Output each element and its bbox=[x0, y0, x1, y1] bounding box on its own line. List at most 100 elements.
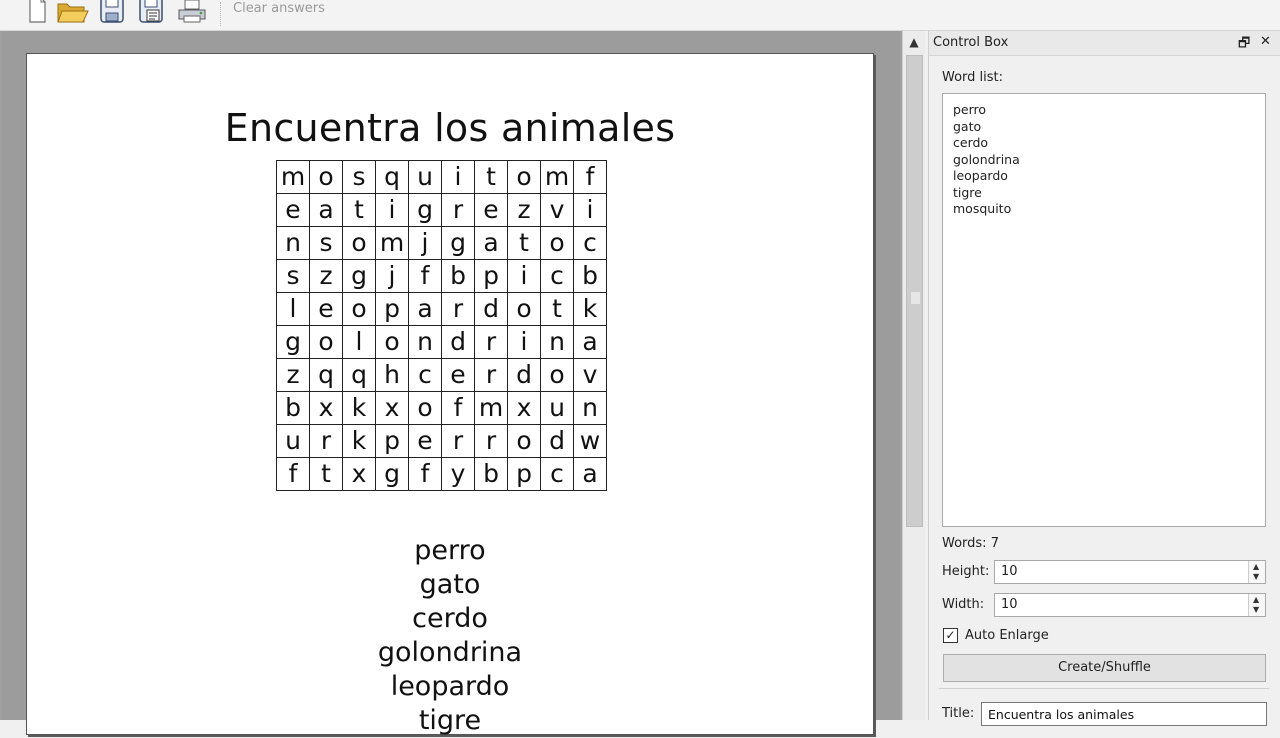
print-icon[interactable] bbox=[176, 0, 206, 24]
grid-cell: e bbox=[408, 424, 442, 458]
grid-cell: t bbox=[309, 457, 343, 491]
puzzle-word: golondrina bbox=[377, 637, 523, 668]
grid-cell: r bbox=[474, 358, 508, 392]
word-list-item: gato bbox=[953, 118, 982, 134]
new-document-icon[interactable] bbox=[22, 0, 52, 24]
title-label: Title: bbox=[942, 706, 975, 721]
puzzle-word: gato bbox=[419, 569, 481, 600]
auto-enlarge-checkbox[interactable]: ✓ bbox=[943, 628, 958, 643]
grid-cell: m bbox=[474, 391, 508, 425]
word-list-item: tigre bbox=[953, 184, 982, 200]
grid-cell: t bbox=[540, 292, 574, 326]
grid-cell: z bbox=[507, 193, 541, 227]
word-list-item: golondrina bbox=[953, 151, 1020, 167]
grid-cell: q bbox=[342, 358, 376, 392]
grid-cell: n bbox=[573, 391, 607, 425]
height-label: Height: bbox=[942, 564, 990, 579]
height-stepper-icon[interactable]: ▲ ▼ bbox=[1248, 561, 1265, 583]
grid-cell: o bbox=[540, 358, 574, 392]
grid-cell: c bbox=[573, 226, 607, 260]
letter-grid: mosquitomfeatigrezvinsomjgatocszgjfbpicb… bbox=[276, 160, 607, 491]
grid-cell: g bbox=[375, 457, 409, 491]
scrollbar-thumb[interactable] bbox=[906, 55, 923, 527]
grid-cell: p bbox=[507, 457, 541, 491]
width-label: Width: bbox=[942, 597, 985, 612]
grid-cell: i bbox=[573, 193, 607, 227]
grid-cell: g bbox=[276, 325, 310, 359]
grid-cell: i bbox=[507, 259, 541, 293]
grid-cell: f bbox=[441, 391, 475, 425]
word-list-textarea[interactable]: perro gato cerdo golondrina leopardo tigre mos… bbox=[942, 93, 1266, 527]
word-list-item: leopardo bbox=[953, 168, 1008, 183]
grid-cell: c bbox=[408, 358, 442, 392]
grid-cell: z bbox=[309, 259, 343, 293]
grid-cell: a bbox=[309, 193, 343, 227]
grid-cell: a bbox=[474, 226, 508, 260]
grid-row: mosquitomf bbox=[276, 160, 607, 194]
grid-cell: w bbox=[573, 424, 607, 458]
document-scrollbar[interactable]: ▲ bbox=[902, 31, 925, 720]
grid-cell: o bbox=[309, 160, 343, 194]
grid-cell: d bbox=[441, 325, 475, 359]
grid-cell: r bbox=[441, 292, 475, 326]
grid-row: urkperrodw bbox=[276, 424, 607, 458]
close-icon[interactable]: ✕ bbox=[1260, 34, 1271, 49]
grid-cell: p bbox=[375, 292, 409, 326]
grid-cell: u bbox=[276, 424, 310, 458]
grid-cell: n bbox=[540, 325, 574, 359]
grid-cell: l bbox=[276, 292, 310, 326]
save-icon[interactable] bbox=[98, 0, 128, 24]
width-spinbox[interactable]: 10 ▲ ▼ bbox=[994, 593, 1266, 617]
grid-cell: o bbox=[408, 391, 442, 425]
grid-cell: h bbox=[375, 358, 409, 392]
grid-cell: b bbox=[474, 457, 508, 491]
puzzle-word: perro bbox=[414, 535, 486, 566]
grid-cell: x bbox=[309, 391, 343, 425]
puzzle-page: Encuentra los animales mosquitomfeatigre… bbox=[26, 53, 874, 738]
puzzle-word-list: perro gato cerdo golondrina leopardo tigre bbox=[27, 534, 873, 738]
create-shuffle-button[interactable]: Create/Shuffle bbox=[943, 654, 1266, 682]
grid-row: eatigrezvi bbox=[276, 193, 607, 227]
control-box-panel: Control Box 🗗 ✕ Word list: perro gato cerd… bbox=[928, 31, 1280, 726]
grid-cell: m bbox=[276, 160, 310, 194]
grid-cell: z bbox=[276, 358, 310, 392]
grid-cell: c bbox=[540, 457, 574, 491]
grid-cell: t bbox=[507, 226, 541, 260]
export-pdf-icon[interactable] bbox=[137, 0, 167, 24]
auto-enlarge-label: Auto Enlarge bbox=[965, 628, 1049, 643]
clear-answers-button[interactable]: Clear answers bbox=[233, 1, 325, 16]
control-box-title: Control Box bbox=[933, 35, 1009, 50]
grid-cell: k bbox=[342, 391, 376, 425]
title-input[interactable] bbox=[986, 706, 1260, 723]
open-folder-icon[interactable] bbox=[56, 0, 89, 24]
grid-cell: k bbox=[342, 424, 376, 458]
grid-cell: o bbox=[540, 226, 574, 260]
grid-row: golondrina bbox=[276, 325, 607, 359]
grid-cell: x bbox=[375, 391, 409, 425]
grid-cell: b bbox=[573, 259, 607, 293]
grid-cell: o bbox=[309, 325, 343, 359]
grid-cell: o bbox=[342, 226, 376, 260]
width-value: 10 bbox=[1001, 597, 1018, 612]
word-list-item: perro bbox=[953, 102, 987, 117]
title-field[interactable] bbox=[981, 702, 1267, 726]
grid-cell: e bbox=[441, 358, 475, 392]
width-stepper-icon[interactable]: ▲ ▼ bbox=[1248, 594, 1265, 616]
word-list-item: cerdo bbox=[953, 135, 989, 150]
grid-cell: m bbox=[540, 160, 574, 194]
grid-cell: g bbox=[441, 226, 475, 260]
grid-row: zqqhcerdov bbox=[276, 358, 607, 392]
grid-cell: x bbox=[342, 457, 376, 491]
grid-cell: j bbox=[408, 226, 442, 260]
grid-cell: o bbox=[507, 292, 541, 326]
grid-cell: p bbox=[375, 424, 409, 458]
scroll-up-arrow-icon[interactable]: ▲ bbox=[903, 31, 925, 53]
grid-cell: u bbox=[540, 391, 574, 425]
puzzle-title: Encuentra los animales bbox=[224, 106, 676, 150]
grid-cell: a bbox=[573, 325, 607, 359]
grid-row: bxkxofmxun bbox=[276, 391, 607, 425]
restore-icon[interactable]: 🗗 bbox=[1238, 34, 1250, 56]
height-spinbox[interactable]: 10 ▲ ▼ bbox=[994, 560, 1266, 584]
grid-cell: t bbox=[342, 193, 376, 227]
grid-row: nsomjgatoc bbox=[276, 226, 607, 260]
